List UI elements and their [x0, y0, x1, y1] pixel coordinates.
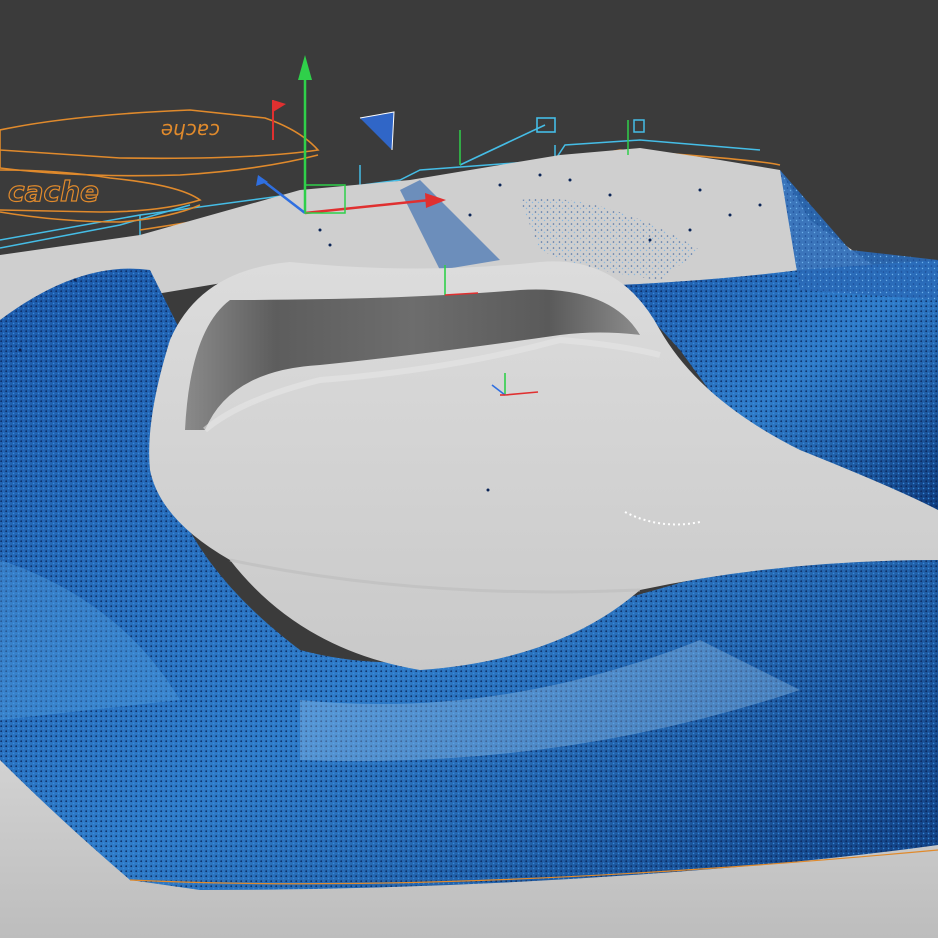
- flag-icon[interactable]: [272, 100, 286, 140]
- emitter-icon[interactable]: [459, 117, 556, 166]
- cache-label: cache: [8, 175, 99, 208]
- viewport-scene[interactable]: cache cache: [0, 0, 938, 938]
- y-axis-arrow-icon[interactable]: [298, 55, 312, 80]
- 3d-viewport[interactable]: cache cache: [0, 0, 938, 938]
- cache-label-mirrored: cache: [161, 119, 220, 143]
- camera-icon[interactable]: [359, 111, 395, 151]
